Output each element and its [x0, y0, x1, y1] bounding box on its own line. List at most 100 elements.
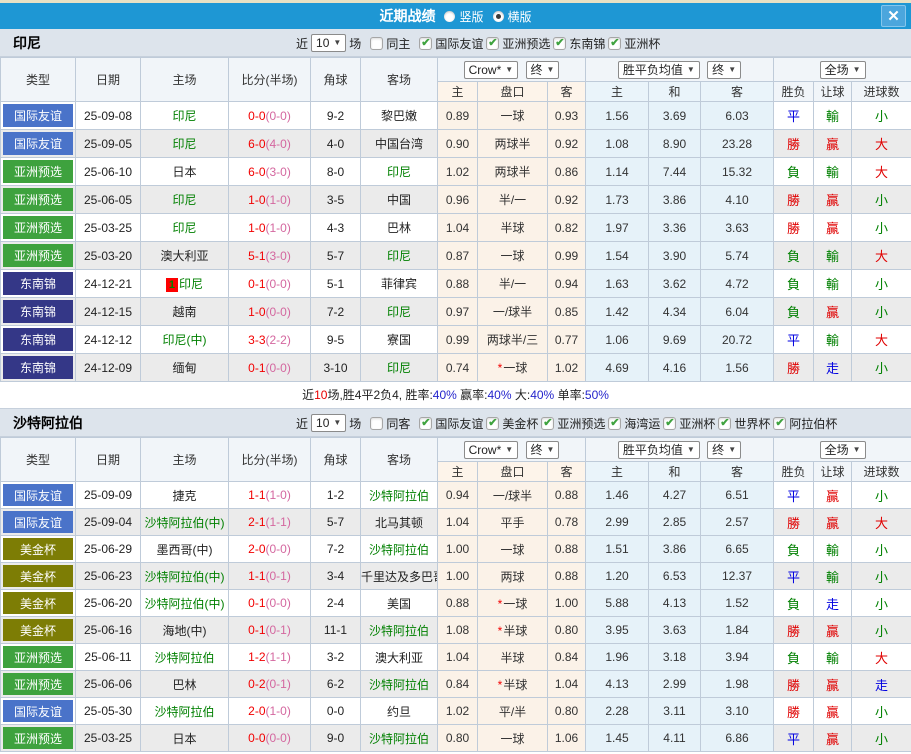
- competition-label: 亚洲预选: [502, 36, 551, 51]
- cell-handicap: 半球: [477, 213, 548, 242]
- odds-company-select[interactable]: Crow* ▼: [463, 440, 519, 459]
- col-handicap-result: 让球: [813, 81, 853, 102]
- match-row: 美金杯 25-06-23 沙特阿拉伯(中) 1-1(0-1) 3-4 千里达及多巴哥 1.0…: [0, 562, 911, 590]
- cell-result-handicap: 走: [813, 353, 853, 382]
- cell-corner: 5-1: [310, 269, 361, 298]
- cell-corner: 7-2: [310, 535, 361, 563]
- same-venue-checkbox[interactable]: [370, 416, 384, 430]
- cell-result-handicap: 贏: [813, 697, 853, 725]
- competition-checkbox[interactable]: [608, 416, 622, 430]
- cell-handicap: 一球: [477, 535, 548, 563]
- odds-final-select[interactable]: 终 ▼: [525, 60, 560, 79]
- cell-result-wdl: 勝: [773, 353, 815, 382]
- radio-icon[interactable]: [492, 10, 504, 22]
- layout-radio-selected[interactable]: 横版: [492, 8, 532, 25]
- cell-date: 25-03-20: [75, 241, 141, 270]
- half-time-score: (0-0): [265, 304, 291, 319]
- home-team-name: 捷克: [172, 488, 197, 503]
- competition-checkbox[interactable]: [541, 416, 555, 430]
- handicap-name: 半球: [503, 623, 528, 638]
- match-count-select[interactable]: 10 ▼: [311, 34, 347, 52]
- cell-score: 0-1(0-0): [228, 353, 311, 382]
- cell-avg-home-win: 1.06: [585, 325, 649, 354]
- odds-final-select[interactable]: 终 ▼: [525, 440, 560, 459]
- cell-date: 25-09-04: [75, 508, 141, 536]
- competition-checkbox[interactable]: [608, 36, 622, 50]
- cell-home-team: 印尼: [140, 213, 229, 242]
- cell-score: 0-0(0-0): [228, 101, 311, 130]
- cell-result-handicap: 輸: [813, 535, 853, 563]
- cell-away-team: 印尼: [360, 297, 438, 326]
- cell-away-odds: 0.77: [547, 325, 586, 354]
- cell-score: 5-1(3-0): [228, 241, 311, 270]
- competition-checkbox[interactable]: [773, 416, 787, 430]
- competition-checkbox[interactable]: [419, 416, 433, 430]
- match-count-select-value: 10: [316, 416, 330, 430]
- cell-handicap: *一球: [477, 353, 548, 382]
- scope-select[interactable]: 全场 ▼: [819, 60, 866, 79]
- full-time-score: 1-0: [248, 220, 266, 235]
- wdl-avg-select[interactable]: 胜平负均值 ▼: [617, 60, 700, 79]
- odds-company-select[interactable]: Crow* ▼: [463, 60, 519, 79]
- cell-corner: 0-0: [310, 697, 361, 725]
- handicap-name: 两球半/三: [486, 333, 539, 347]
- rank-badge: 1: [165, 278, 179, 292]
- competition-checkbox[interactable]: [718, 416, 732, 430]
- half-time-score: (0-1): [265, 623, 291, 637]
- cell-date: 25-09-09: [75, 481, 141, 509]
- cell-avg-draw: 3.69: [648, 101, 701, 130]
- cell-result-wdl: 勝: [773, 508, 815, 536]
- competition-label: 世界杯: [734, 416, 771, 431]
- away-team-name: 巴林: [386, 221, 411, 235]
- competition-checkbox[interactable]: [486, 416, 500, 430]
- cell-handicap: 两球半: [477, 129, 548, 158]
- cell-avg-home-win: 1.08: [585, 129, 649, 158]
- wdl-final-select[interactable]: 终 ▼: [707, 440, 742, 459]
- competition-checkbox[interactable]: [663, 416, 677, 430]
- cell-away-team: 中国台湾: [360, 129, 438, 158]
- cell-handicap: 一/球半: [477, 297, 548, 326]
- match-row: 亚洲预选 25-06-05 印尼 1-0(1-0) 3-5 中国 0.96 半/一 0.92 1.…: [0, 185, 911, 214]
- cell-away-odds: 0.93: [547, 101, 586, 130]
- cell-away-odds: 1.06: [547, 724, 586, 752]
- cell-home-team: 沙特阿拉伯: [140, 697, 229, 725]
- match-row: 国际友谊 25-09-04 沙特阿拉伯(中) 2-1(1-1) 5-7 北马其顿 1.04 平…: [0, 508, 911, 536]
- cell-avg-away-win: 3.94: [699, 643, 775, 671]
- competition-checkbox[interactable]: [553, 36, 567, 50]
- cell-avg-away-win: 5.74: [699, 241, 775, 270]
- cell-avg-home-win: 3.95: [585, 616, 649, 644]
- home-team-name: 印尼: [172, 137, 197, 151]
- full-time-score: 1-1: [248, 488, 266, 502]
- radio-icon[interactable]: [444, 10, 456, 22]
- half-time-score: (1-1): [265, 515, 291, 529]
- cell-date: 24-12-15: [75, 297, 141, 326]
- cell-handicap: 半/一: [477, 269, 548, 298]
- cell-result-goals: 大: [851, 129, 911, 158]
- cell-competition: 亚洲预选: [0, 670, 76, 698]
- summary-part: 大:: [511, 388, 531, 402]
- col-handicap-result: 让球: [813, 461, 853, 482]
- cell-avg-home-win: 1.14: [585, 157, 649, 186]
- full-time-score: 1-0: [248, 192, 266, 207]
- star-marker: *: [497, 596, 503, 611]
- handicap-name: 一球: [503, 361, 528, 375]
- layout-radio-option[interactable]: 竖版: [444, 8, 484, 25]
- competition-checkbox[interactable]: [419, 36, 433, 50]
- scope-select[interactable]: 全场 ▼: [819, 440, 866, 459]
- competition-badge: 亚洲预选: [3, 244, 73, 267]
- competition-label: 东南锦: [569, 36, 606, 51]
- cell-home-odds: 0.96: [437, 185, 478, 214]
- close-button[interactable]: ✕: [881, 5, 906, 27]
- wdl-avg-select[interactable]: 胜平负均值 ▼: [617, 440, 700, 459]
- half-time-score: (2-2): [265, 332, 291, 347]
- same-venue-checkbox[interactable]: [370, 36, 384, 50]
- col-avg-draw: 和: [648, 81, 701, 102]
- wdl-final-select[interactable]: 终 ▼: [707, 60, 742, 79]
- match-count-select[interactable]: 10 ▼: [311, 414, 347, 432]
- cell-avg-away-win: 6.65: [699, 535, 775, 563]
- competition-checkbox[interactable]: [486, 36, 500, 50]
- cell-away-odds: 0.84: [547, 643, 586, 671]
- match-row: 国际友谊 25-09-05 印尼 6-0(4-0) 4-0 中国台湾 0.90 两球半 0.92…: [0, 129, 911, 158]
- cell-avg-home-win: 2.99: [585, 508, 649, 536]
- home-team-name: 沙特阿拉伯(中): [144, 596, 225, 611]
